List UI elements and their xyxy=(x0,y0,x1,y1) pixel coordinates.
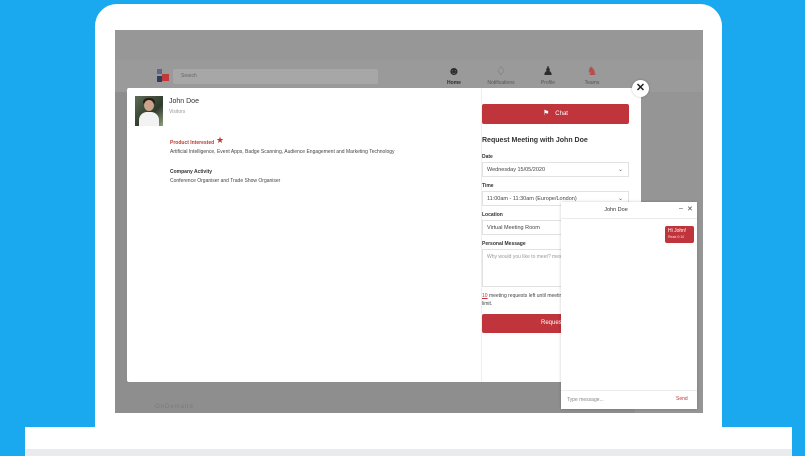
chevron-down-icon: ⌄ xyxy=(617,196,623,202)
person-icon: ♟ xyxy=(542,64,554,78)
nav-teams[interactable]: ♞ Teams xyxy=(577,64,607,90)
company-activity-label: Company Activity xyxy=(170,169,213,175)
laptop-base xyxy=(25,427,792,456)
profile-role: Visitors xyxy=(169,109,186,115)
chat-button[interactable]: ⚑ Chat xyxy=(482,104,629,124)
chevron-down-icon: ⌄ xyxy=(617,167,623,173)
nav-home-label: Home xyxy=(447,80,461,86)
people-icon: ☻ xyxy=(447,64,461,78)
minimize-icon[interactable]: – xyxy=(679,205,683,212)
nav-home[interactable]: ☻ Home xyxy=(442,64,466,90)
chat-window: John Doe – ✕ Hi John! Read 0:10 Type mes… xyxy=(561,202,697,409)
brand-logo[interactable] xyxy=(157,69,169,83)
product-interested-label: Product Interested xyxy=(170,140,215,146)
chat-title: John Doe xyxy=(604,207,628,213)
time-label: Time xyxy=(482,183,494,189)
company-activity-value: Conference Organiser and Trade Show Orga… xyxy=(170,178,281,184)
date-select[interactable]: Wednesday 15/05/2020 ⌄ xyxy=(482,162,629,177)
chat-message-time: Read 0:10 xyxy=(668,235,685,239)
nav-notifications[interactable]: ♢ Notifications xyxy=(481,64,521,90)
send-button[interactable]: Send xyxy=(676,396,688,402)
close-icon[interactable]: ✕ xyxy=(632,80,649,97)
bell-icon: ♢ xyxy=(495,64,507,78)
nav-teams-label: Teams xyxy=(584,80,600,86)
avatar xyxy=(135,96,163,126)
chat-icon: ⚑ xyxy=(543,110,550,117)
nav-profile[interactable]: ♟ Profile xyxy=(533,64,563,90)
meeting-limit-text: 10 meeting requests left until meeting l… xyxy=(482,292,572,308)
chat-message-bubble: Hi John! Read 0:10 xyxy=(665,226,694,243)
date-label: Date xyxy=(482,154,493,160)
location-value: Virtual Meeting Room xyxy=(487,225,540,231)
star-icon[interactable]: ★ xyxy=(216,136,224,145)
search-input[interactable]: Search xyxy=(173,69,378,84)
footer-text: OnDemand xyxy=(155,404,194,410)
date-value: Wednesday 15/05/2020 xyxy=(487,167,545,173)
profile-name: John Doe xyxy=(169,98,199,105)
team-icon: ♞ xyxy=(586,64,598,78)
product-interested-value: Artificial Intelligence, Event Apps, Bad… xyxy=(170,149,395,155)
location-label: Location xyxy=(482,212,503,218)
meeting-limit-label: meeting requests left until meeting limi… xyxy=(482,293,566,307)
app-screen: Search ☻ Home ♢ Notifications ♟ Profile … xyxy=(115,30,703,413)
close-icon[interactable]: ✕ xyxy=(687,205,693,213)
nav-notifications-label: Notifications xyxy=(487,80,515,86)
nav-profile-label: Profile xyxy=(540,80,556,86)
message-label: Personal Message xyxy=(482,241,526,247)
meeting-title: Request Meeting with John Doe xyxy=(482,137,588,144)
chat-button-label: Chat xyxy=(555,111,568,117)
app-top-bar xyxy=(115,30,703,60)
chat-header: John Doe – ✕ xyxy=(561,202,697,219)
